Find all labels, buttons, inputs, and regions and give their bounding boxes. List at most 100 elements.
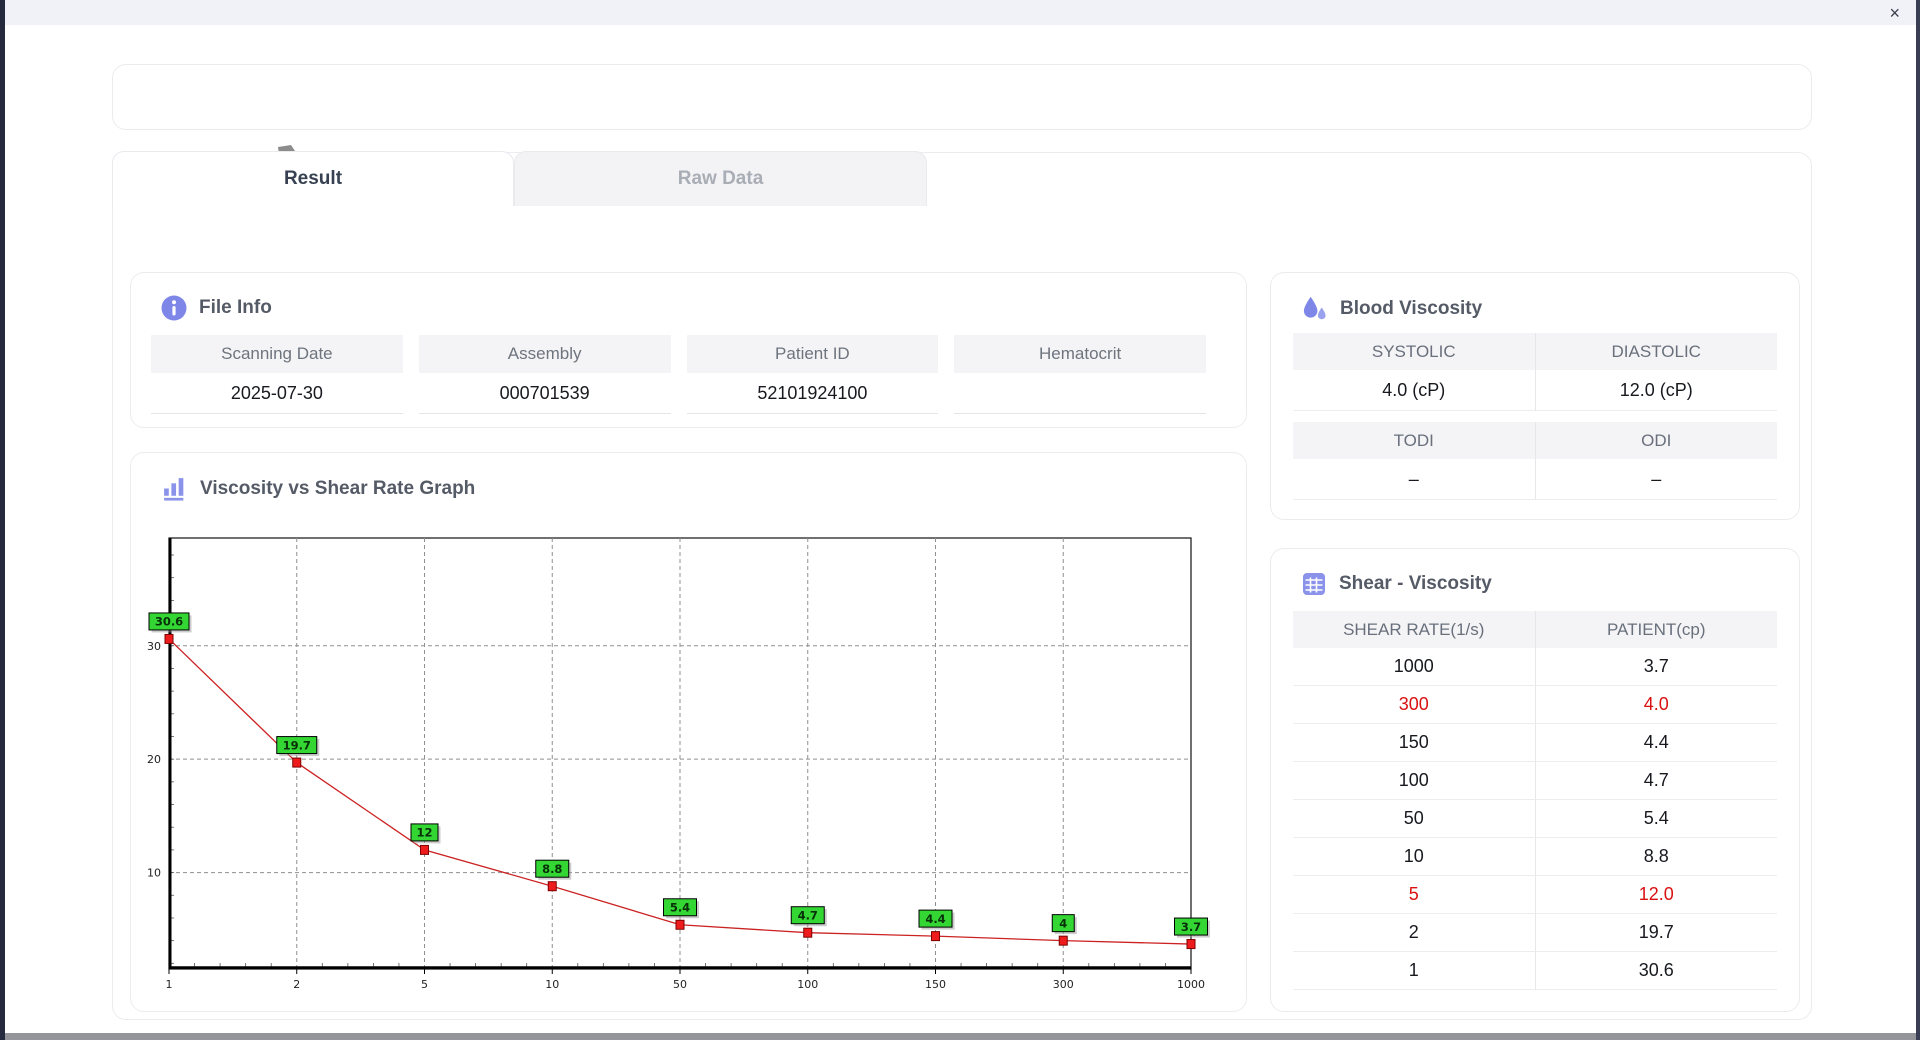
value-cell: – [1293,459,1535,500]
data-label-text: 3.7 [1181,920,1201,934]
x-tick-label: 10 [545,978,559,991]
x-tick-label: 300 [1053,978,1074,991]
window-right-border [1916,0,1920,1040]
shear-rate-cell: 150 [1293,724,1535,762]
window-bottom-border [0,1033,1920,1040]
table-row[interactable]: 150 4.4 [1293,724,1777,762]
y-tick-label: 30 [147,640,161,653]
column-header: TODI [1293,422,1535,459]
data-label-text: 19.7 [283,738,311,752]
window-titlebar: × [5,0,1916,25]
file-info-field-label: Patient ID [686,335,939,373]
file-info-field-value: 52101924100 [686,373,939,414]
patient-viscosity-cell: 4.0 [1534,686,1777,724]
value-cell: 12.0 (cP) [1534,370,1777,411]
header-card: Ubiosis 스캐닝 모세관 점도계 [112,64,1812,185]
shear-viscosity-table: SHEAR RATE(1/s) PATIENT(cp) 1000 3.7 300 4.0 1… [1293,611,1777,990]
x-tick-label: 1 [166,978,173,991]
x-tick-label: 2 [293,978,300,991]
shear-rate-cell: 50 [1293,800,1535,838]
data-point-marker [547,881,557,892]
x-tick-label: 150 [925,978,946,991]
data-point-marker [1058,935,1068,946]
blood-viscosity-header-row: SYSTOLIC DIASTOLIC [1293,333,1777,370]
table-row[interactable]: 2 19.7 [1293,914,1777,952]
file-info-field: Patient ID 52101924100 [686,335,939,414]
droplets-icon [1303,296,1326,320]
column-header: SYSTOLIC [1293,333,1535,370]
data-label-text: 12 [416,826,432,840]
shear-viscosity-title: Shear - Viscosity [1339,573,1492,594]
shear-viscosity-header-row: SHEAR RATE(1/s) PATIENT(cp) [1293,611,1777,648]
graph-card: Viscosity vs Shear Rate Graph 10 20 30 1 2 5 1… [130,452,1247,1012]
close-button[interactable]: × [1883,0,1906,26]
file-info-field-value [954,373,1206,414]
column-header: DIASTOLIC [1534,333,1777,370]
data-point-marker [164,633,174,644]
y-tick-label: 10 [147,867,161,880]
file-info-field-label: Scanning Date [151,335,403,373]
table-row[interactable]: 300 4.0 [1293,686,1777,724]
y-tick-label: 20 [147,753,161,766]
window-left-border [0,0,5,1040]
tab-raw-data[interactable]: Raw Data [514,151,927,206]
shear-rate-cell: 1000 [1293,648,1535,686]
table-row[interactable]: 1 30.6 [1293,952,1777,990]
shear-rate-cell: 300 [1293,686,1535,724]
file-info-title: File Info [199,297,272,318]
file-info-field-label: Hematocrit [954,335,1206,373]
patient-viscosity-cell: 5.4 [1534,800,1777,838]
shear-rate-cell: 2 [1293,914,1535,952]
table-row[interactable]: 1000 3.7 [1293,648,1777,686]
file-info-field: Scanning Date 2025-07-30 [151,335,403,414]
x-tick-label: 1000 [1177,978,1205,991]
table-row[interactable]: 50 5.4 [1293,800,1777,838]
tab-result[interactable]: Result [112,151,514,206]
blood-viscosity-value-row: – – [1293,459,1777,500]
x-tick-label: 50 [673,978,687,991]
table-row[interactable]: 10 8.8 [1293,838,1777,876]
data-point-marker [420,844,429,855]
calculator-grid-icon [1303,573,1325,595]
data-point-marker [931,931,940,942]
file-info-field: Assembly 000701539 [418,335,671,414]
shear-viscosity-card: Shear - Viscosity SHEAR RATE(1/s) PATIENT… [1270,548,1800,1012]
value-cell: 4.0 (cP) [1293,370,1535,411]
patient-viscosity-cell: 4.7 [1534,762,1777,800]
data-label-text: 4 [1059,916,1067,930]
tab-raw-data-label: Raw Data [677,168,764,189]
data-label-text: 4.7 [798,909,818,923]
shear-rate-cell: 100 [1293,762,1535,800]
file-info-field-value: 000701539 [418,373,671,414]
file-info-field: Hematocrit [954,335,1206,414]
viscosity-chart: 1020301 2 5 10 50 100 150 300 100030.619.7128.85… [147,537,1210,991]
value-cell: – [1534,459,1777,500]
shear-rate-cell: 1 [1293,952,1535,990]
patient-viscosity-cell: 8.8 [1534,838,1777,876]
blood-viscosity-title: Blood Viscosity [1340,297,1483,319]
patient-viscosity-cell: 3.7 [1534,648,1777,686]
x-tick-label: 100 [797,978,818,991]
file-info-card: File Info Scanning Date 2025-07-30 Assembl… [130,272,1247,428]
blood-viscosity-value-row: 4.0 (cP) 12.0 (cP) [1293,370,1777,411]
data-label-text: 30.6 [155,615,183,629]
data-point-marker [803,927,813,938]
column-header: ODI [1534,422,1777,459]
data-point-marker [1186,939,1196,950]
blood-viscosity-table: SYSTOLIC DIASTOLIC 4.0 (cP) 12.0 (cP) TODI OD… [1293,333,1777,500]
table-row[interactable]: 100 4.7 [1293,762,1777,800]
info-icon [161,295,187,321]
column-header: PATIENT(cp) [1534,611,1777,648]
table-row[interactable]: 5 12.0 [1293,876,1777,914]
shear-viscosity-title-row: Shear - Viscosity [1301,571,1492,597]
patient-viscosity-cell: 19.7 [1534,914,1777,952]
shear-rate-cell: 5 [1293,876,1535,914]
blood-viscosity-header-row: TODI ODI [1293,422,1777,459]
tab-result-label: Result [283,168,343,189]
data-label-text: 5.4 [670,901,690,915]
column-header: SHEAR RATE(1/s) [1293,611,1535,648]
blood-viscosity-title-row: Blood Viscosity [1301,295,1482,322]
app-window: × Ubiosis 스캐닝 모세관 점도계 Result Raw Data [0,0,1920,1040]
patient-viscosity-cell: 12.0 [1534,876,1777,914]
file-info-field-value: 2025-07-30 [151,373,403,414]
